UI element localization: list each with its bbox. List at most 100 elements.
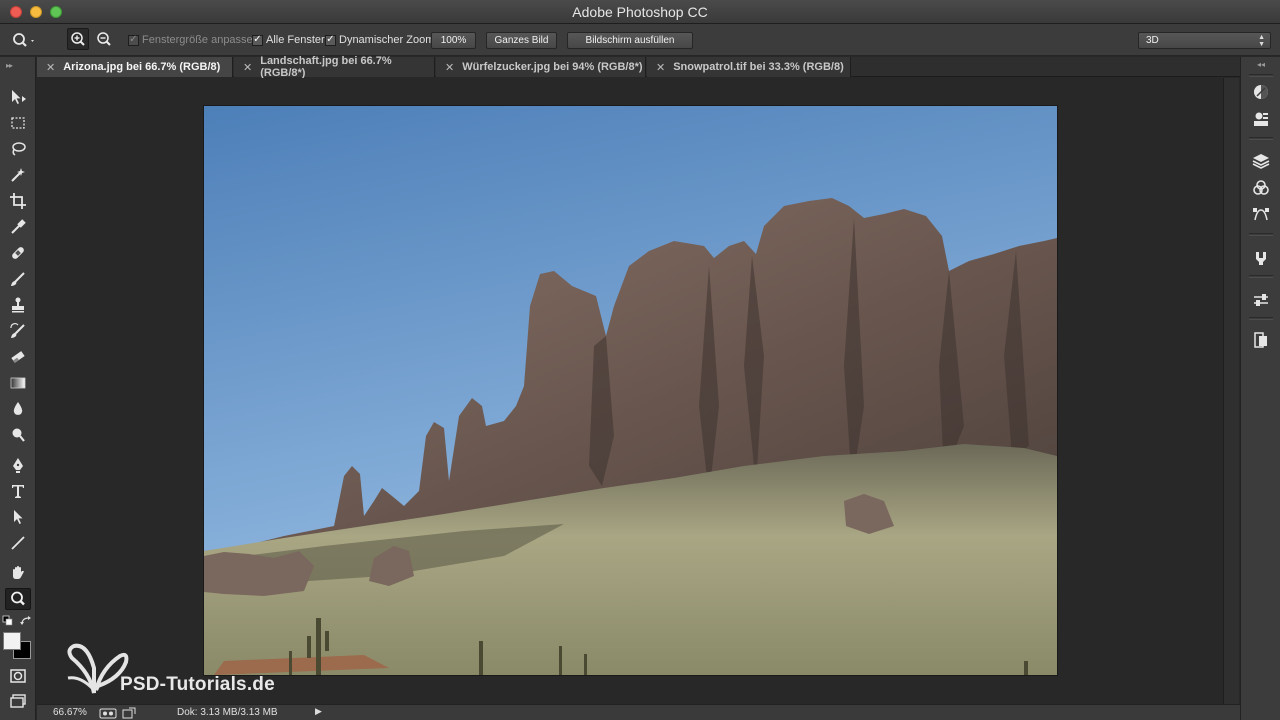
watermark-text: PSD-Tutorials.de [120,674,275,695]
layers-icon [1252,154,1270,169]
quick-mask-icon [10,669,26,683]
gradient-tool[interactable] [5,372,31,394]
type-tool[interactable] [5,480,31,502]
status-icons [99,707,136,719]
doc-tab-label: Arizona.jpg bei 66.7% (RGB/8) [63,61,221,73]
rect-marquee-icon [11,117,25,129]
sliders-icon [1254,294,1268,306]
tool-presets-panel-button[interactable] [1250,247,1272,269]
brush-tool[interactable] [5,268,31,290]
channels-icon [1253,180,1269,195]
dock-separator [1249,233,1273,236]
eraser-icon [11,351,25,363]
magic-wand-tool[interactable] [5,164,31,186]
panel-collapse-icon[interactable]: ▸▸ [6,61,13,70]
doc-tab-label: Würfelzucker.jpg bei 94% (RGB/8*) [462,61,643,73]
fit-screen-button[interactable]: Ganzes Bild [486,32,557,49]
document-tab-bar: ✕ Arizona.jpg bei 66.7% (RGB/8) ✕ Landsc… [37,55,1240,79]
dock-separator [1249,137,1273,140]
line-icon [11,536,25,550]
scrubby-zoom-label: Dynamischer Zoom [339,34,435,46]
dock-separator [1249,74,1273,77]
doc-tab-landschaft[interactable]: ✕ Landschaft.jpg bei 66.7% (RGB/8*) [234,55,435,79]
zoom-level-field[interactable]: 66.67% [53,707,87,718]
status-menu-arrow-icon[interactable]: ▶ [315,706,322,717]
tool-preset-picker[interactable] [8,24,36,56]
fill-screen-button[interactable]: Bildschirm ausfüllen [567,32,693,49]
scrubby-zoom-checkbox[interactable]: ✓ [325,34,336,46]
marquee-tool[interactable] [5,112,31,134]
layers-panel-button[interactable] [1250,150,1272,172]
crop-icon [10,193,26,209]
panel-dock: ◂◂ [1240,57,1280,720]
path-selection-tool[interactable] [5,506,31,528]
doc-tab-arizona[interactable]: ✕ Arizona.jpg bei 66.7% (RGB/8) [37,57,233,77]
properties-panel-button[interactable] [1250,108,1272,130]
brush-icon [11,272,25,286]
all-windows-option[interactable]: ✓ Alle Fenster [252,24,325,56]
quick-mask-button[interactable] [5,665,31,687]
channels-panel-button[interactable] [1250,177,1272,199]
foreground-color-swatch[interactable] [3,632,21,650]
type-icon [12,485,24,498]
default-colors-icon[interactable] [2,615,14,627]
doc-tab-label: Landschaft.jpg bei 66.7% (RGB/8*) [260,55,392,79]
gradient-icon [10,377,26,389]
paths-panel-button[interactable] [1250,204,1272,226]
eyedropper-icon [11,219,26,234]
lasso-tool[interactable] [5,138,31,160]
blur-tool[interactable] [5,398,31,420]
zoom-tool-icon [11,591,25,606]
resize-windows-option[interactable]: ✓ Fenstergröße anpassen [128,24,259,56]
zoom-in-mode-button[interactable] [67,28,89,50]
eraser-tool[interactable] [5,346,31,368]
magic-wand-icon [11,168,25,182]
document-canvas[interactable] [37,78,1223,704]
close-tab-icon[interactable]: ✕ [656,61,665,74]
adjustments-panel-button[interactable] [1250,81,1272,103]
vertical-scrollbar[interactable] [1223,78,1239,704]
history-panel-button[interactable] [1250,329,1272,351]
clone-stamp-tool[interactable] [5,294,31,316]
workspace-select-value: 3D [1146,35,1159,46]
move-tool[interactable] [5,86,31,108]
hand-tool[interactable] [5,562,31,584]
scrubby-zoom-option[interactable]: ✓ Dynamischer Zoom [325,24,434,56]
doc-tab-snowpatrol[interactable]: ✕ Snowpatrol.tif bei 33.3% (RGB/8) [647,57,851,77]
crop-tool[interactable] [5,190,31,212]
close-tab-icon[interactable]: ✕ [445,61,454,74]
screen-mode-button[interactable] [5,690,31,712]
swap-colors-icon[interactable] [20,615,32,627]
history-brush-tool[interactable] [5,320,31,342]
move-icon [12,90,26,104]
app-title: Adobe Photoshop CC [572,4,708,20]
dock-separator [1249,317,1273,320]
options-bar: ✓ Fenstergröße anpassen ✓ Alle Fenster ✓… [0,24,1280,56]
hand-icon [13,566,24,579]
zoom-out-icon [97,32,111,46]
all-windows-checkbox[interactable]: ✓ [252,34,263,46]
paths-icon [1253,208,1269,221]
brush-presets-panel-button[interactable] [1250,289,1272,311]
eyedropper-tool[interactable] [5,216,31,238]
pen-tool[interactable] [5,454,31,476]
close-tab-icon[interactable]: ✕ [243,61,252,74]
tools-panel: ▸▸ [0,57,36,720]
drop-icon [13,402,23,415]
zoom-out-mode-button[interactable] [93,28,115,50]
dodge-icon [12,428,25,442]
dodge-tool[interactable] [5,424,31,446]
dock-expand-icon[interactable]: ◂◂ [1257,60,1265,69]
resize-windows-checkbox[interactable]: ✓ [128,34,139,46]
line-tool[interactable] [5,532,31,554]
close-tab-icon[interactable]: ✕ [46,61,55,74]
zoom-100-button[interactable]: 100% [431,32,476,49]
arrow-selection-icon [14,510,23,524]
arizona-photo[interactable] [204,106,1057,675]
zoom-tool[interactable] [5,588,31,610]
healing-brush-tool[interactable] [5,242,31,264]
dock-separator [1249,275,1273,278]
doc-tab-wuerfelzucker[interactable]: ✕ Würfelzucker.jpg bei 94% (RGB/8*) [436,57,646,77]
status-bar: 66.67% Dok: 3.13 MB/3.13 MB ▶ [37,704,1240,720]
workspace-select[interactable]: 3D ▲ ▼ [1138,32,1271,49]
